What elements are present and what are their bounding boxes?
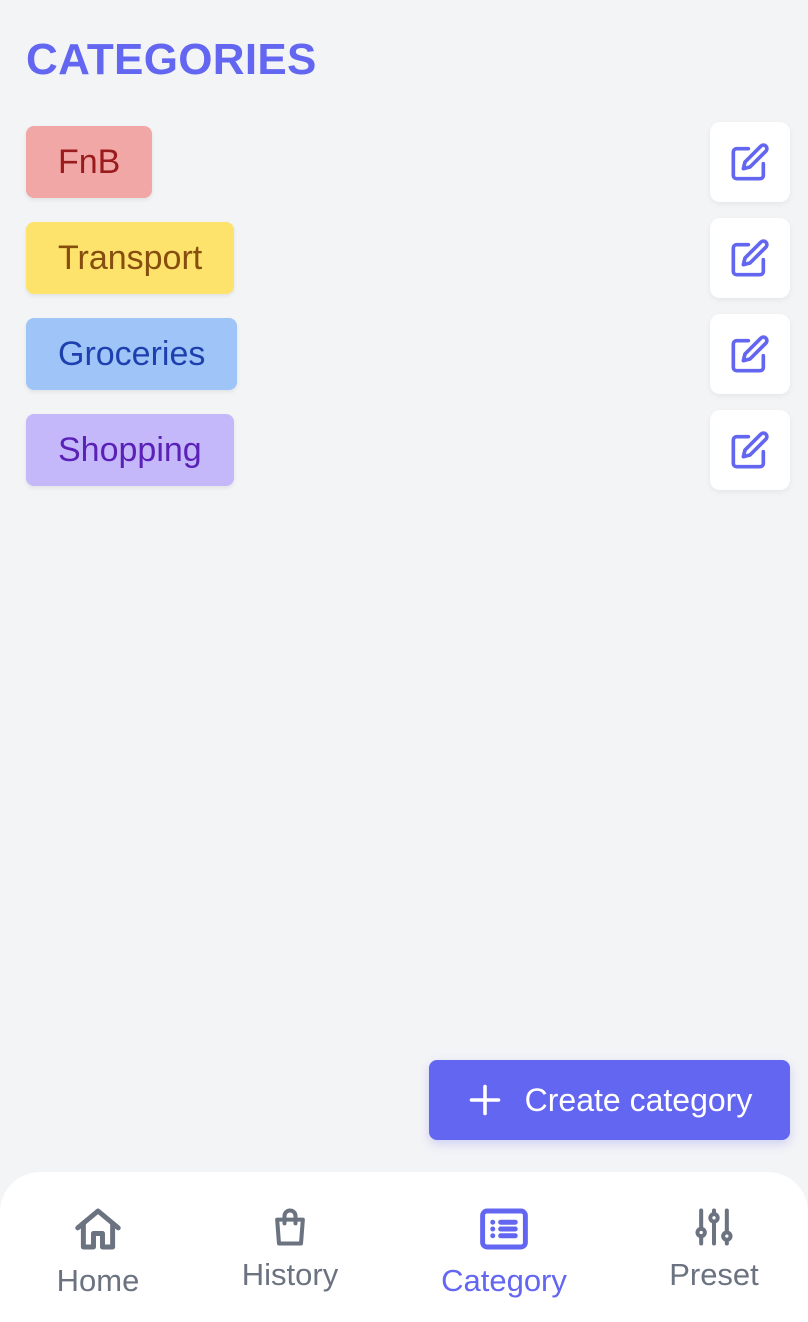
nav-item-preset[interactable]: Preset <box>662 1204 766 1294</box>
edit-icon <box>731 335 769 373</box>
sliders-icon <box>695 1208 733 1246</box>
edit-button[interactable] <box>710 122 790 202</box>
edit-button[interactable] <box>710 218 790 298</box>
category-chip-fnb[interactable]: FnB <box>26 126 153 198</box>
category-row: Shopping <box>26 410 790 490</box>
list-icon <box>480 1208 528 1250</box>
plus-icon <box>469 1084 500 1116</box>
page-title: CATEGORIES <box>26 35 317 84</box>
category-row: FnB <box>26 122 790 202</box>
nav-item-home[interactable]: Home <box>50 1202 146 1300</box>
edit-icon <box>731 431 769 469</box>
edit-icon <box>731 143 769 181</box>
create-category-button[interactable]: Create category <box>429 1060 790 1140</box>
create-category-label: Create category <box>524 1081 753 1118</box>
shopping-bag-icon <box>275 1208 305 1246</box>
bottom-nav: Home History Category Preset <box>0 1172 808 1322</box>
nav-label-category: Category <box>441 1263 567 1298</box>
edit-icon <box>731 239 769 277</box>
home-icon <box>75 1208 121 1250</box>
category-chip-shopping[interactable]: Shopping <box>26 414 234 486</box>
nav-item-category[interactable]: Category <box>430 1202 578 1300</box>
category-row: Transport <box>26 218 790 298</box>
category-chip-transport[interactable]: Transport <box>26 222 235 294</box>
edit-button[interactable] <box>710 410 790 490</box>
category-chip-groceries[interactable]: Groceries <box>26 318 238 390</box>
category-list: FnB Transport Groceries Shopping <box>26 122 790 506</box>
nav-label-history: History <box>241 1257 339 1292</box>
nav-label-home: Home <box>56 1263 140 1298</box>
category-row: Groceries <box>26 314 790 394</box>
edit-button[interactable] <box>710 314 790 394</box>
nav-item-history[interactable]: History <box>234 1204 346 1294</box>
nav-label-preset: Preset <box>669 1257 759 1292</box>
